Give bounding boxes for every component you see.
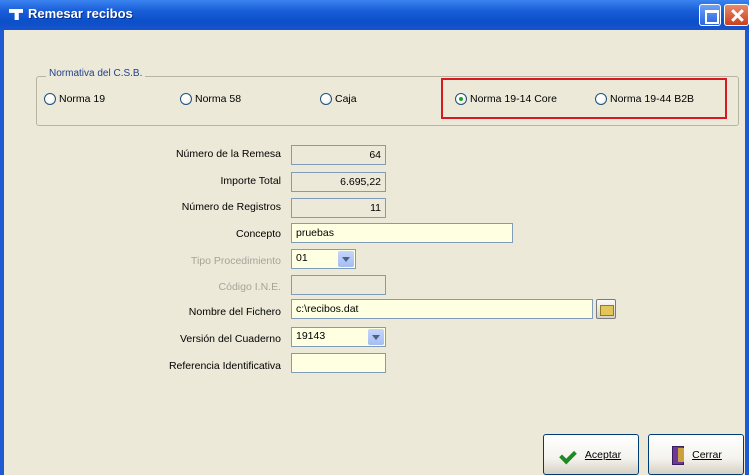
highlight-box bbox=[441, 78, 727, 119]
nombre-fichero-input[interactable]: c:\recibos.dat bbox=[291, 299, 593, 319]
radio-caja[interactable]: Caja bbox=[320, 92, 357, 106]
tipo-procedimiento-label: Tipo Procedimiento bbox=[190, 255, 281, 267]
restore-button[interactable] bbox=[699, 4, 721, 26]
codigo-ine-field bbox=[291, 275, 386, 295]
radio-norma-58[interactable]: Norma 58 bbox=[180, 92, 241, 106]
referencia-label: Referencia Identificativa bbox=[168, 360, 281, 372]
numero-remesa-label: Número de la Remesa bbox=[175, 148, 281, 160]
version-cuaderno-label: Versión del Cuaderno bbox=[180, 333, 281, 345]
numero-remesa-field: 64 bbox=[291, 145, 386, 165]
nombre-fichero-label: Nombre del Fichero bbox=[188, 306, 281, 318]
window-title: Remesar recibos bbox=[28, 6, 133, 21]
chevron-down-icon[interactable] bbox=[338, 251, 354, 267]
door-icon bbox=[670, 445, 686, 465]
accept-button-label: Aceptar bbox=[584, 448, 622, 461]
remesar-recibos-window: Remesar recibos Normativa del C.S.B. Nor… bbox=[0, 0, 749, 475]
codigo-ine-label: Código I.N.E. bbox=[218, 281, 281, 293]
tipo-procedimiento-select[interactable]: 01 bbox=[291, 249, 356, 269]
close-window-button[interactable] bbox=[724, 4, 749, 26]
numero-registros-label: Número de Registros bbox=[181, 201, 281, 213]
radio-norma-19-label: Norma 19 bbox=[59, 93, 106, 105]
checkmark-icon bbox=[561, 449, 579, 461]
concepto-input[interactable]: pruebas bbox=[291, 223, 513, 243]
close-button[interactable]: Cerrar bbox=[648, 434, 744, 475]
radio-norma-58-label: Norma 58 bbox=[195, 93, 242, 105]
close-button-label: Cerrar bbox=[692, 448, 722, 461]
app-icon bbox=[9, 9, 23, 20]
radio-norma-19[interactable]: Norma 19 bbox=[44, 92, 105, 106]
importe-total-field: 6.695,22 bbox=[291, 172, 386, 192]
referencia-input[interactable] bbox=[291, 353, 386, 373]
chevron-down-icon[interactable] bbox=[368, 329, 384, 345]
numero-registros-field: 11 bbox=[291, 198, 386, 218]
radio-caja-label: Caja bbox=[335, 93, 357, 105]
concepto-label: Concepto bbox=[236, 228, 281, 240]
version-cuaderno-value: 19143 bbox=[296, 330, 326, 342]
normativa-group-label: Normativa del C.S.B. bbox=[46, 68, 146, 79]
radio-norma-58-circle[interactable] bbox=[180, 93, 192, 105]
importe-total-label: Importe Total bbox=[220, 175, 281, 187]
folder-icon[interactable] bbox=[596, 299, 616, 319]
radio-norma-19-circle[interactable] bbox=[44, 93, 56, 105]
radio-caja-circle[interactable] bbox=[320, 93, 332, 105]
tipo-procedimiento-value: 01 bbox=[296, 252, 308, 264]
version-cuaderno-select[interactable]: 19143 bbox=[291, 327, 386, 347]
window-frame-right bbox=[745, 30, 749, 475]
title-bar[interactable]: Remesar recibos bbox=[0, 0, 749, 30]
accept-button[interactable]: Aceptar bbox=[543, 434, 639, 475]
